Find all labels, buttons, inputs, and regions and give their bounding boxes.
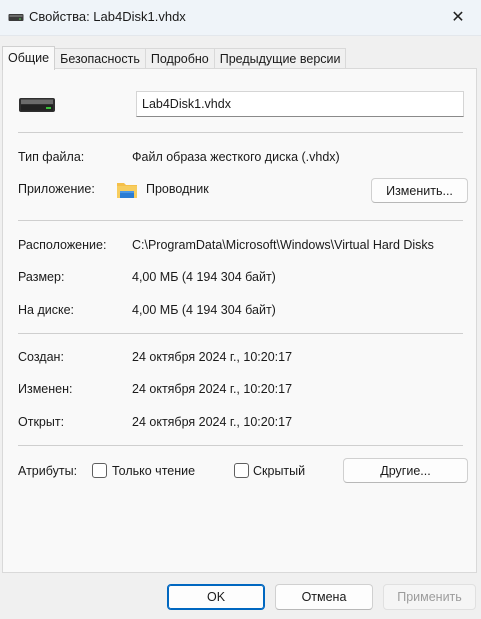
location-value: C:\ProgramData\Microsoft\Windows\Virtual…	[132, 238, 434, 252]
folder-explorer-icon	[117, 183, 137, 198]
separator	[18, 220, 463, 221]
general-panel	[2, 68, 477, 573]
title-bar: Свойства: Lab4Disk1.vhdx ✕	[0, 0, 481, 36]
window-title: Свойства: Lab4Disk1.vhdx	[29, 9, 186, 24]
ok-button[interactable]: OK	[167, 584, 265, 610]
virtual-disk-icon	[19, 98, 55, 112]
hidden-checkbox[interactable]	[234, 463, 249, 478]
tab-previous-versions[interactable]: Предыдущие версии	[213, 48, 347, 69]
file-type-value: Файл образа жесткого диска (.vhdx)	[132, 150, 340, 164]
change-button[interactable]: Изменить...	[371, 178, 468, 203]
close-button[interactable]: ✕	[435, 0, 481, 34]
created-value: 24 октября 2024 г., 10:20:17	[132, 350, 293, 364]
location-label: Расположение:	[18, 238, 107, 252]
other-attributes-button[interactable]: Другие...	[343, 458, 468, 483]
modified-label: Изменен:	[18, 382, 73, 396]
hidden-label[interactable]: Скрытый	[253, 464, 305, 478]
accessed-label: Открыт:	[18, 415, 65, 429]
attributes-label: Атрибуты:	[18, 464, 78, 478]
tab-strip: Общие Безопасность Подробно Предыдущие в…	[2, 46, 347, 70]
separator	[18, 333, 463, 334]
cancel-button[interactable]: Отмена	[275, 584, 373, 610]
readonly-checkbox[interactable]	[92, 463, 107, 478]
separator	[18, 445, 463, 446]
modified-value: 24 октября 2024 г., 10:20:17	[132, 382, 293, 396]
virtual-disk-icon	[8, 14, 24, 21]
file-name-input[interactable]	[136, 91, 464, 117]
application-label: Приложение:	[18, 182, 95, 196]
readonly-label[interactable]: Только чтение	[112, 464, 195, 478]
separator	[18, 132, 463, 133]
accessed-value: 24 октября 2024 г., 10:20:17	[132, 415, 293, 429]
size-label: Размер:	[18, 270, 65, 284]
tab-general[interactable]: Общие	[2, 46, 56, 70]
close-icon: ✕	[451, 9, 465, 26]
disk-size-label: На диске:	[18, 303, 75, 317]
tab-details[interactable]: Подробно	[144, 48, 215, 69]
created-label: Создан:	[18, 350, 64, 364]
disk-size-value: 4,00 МБ (4 194 304 байт)	[132, 303, 276, 317]
file-type-label: Тип файла:	[18, 150, 85, 164]
size-value: 4,00 МБ (4 194 304 байт)	[132, 270, 276, 284]
application-value: Проводник	[146, 182, 209, 196]
tab-security[interactable]: Безопасность	[54, 48, 146, 69]
apply-button[interactable]: Применить	[383, 584, 476, 610]
